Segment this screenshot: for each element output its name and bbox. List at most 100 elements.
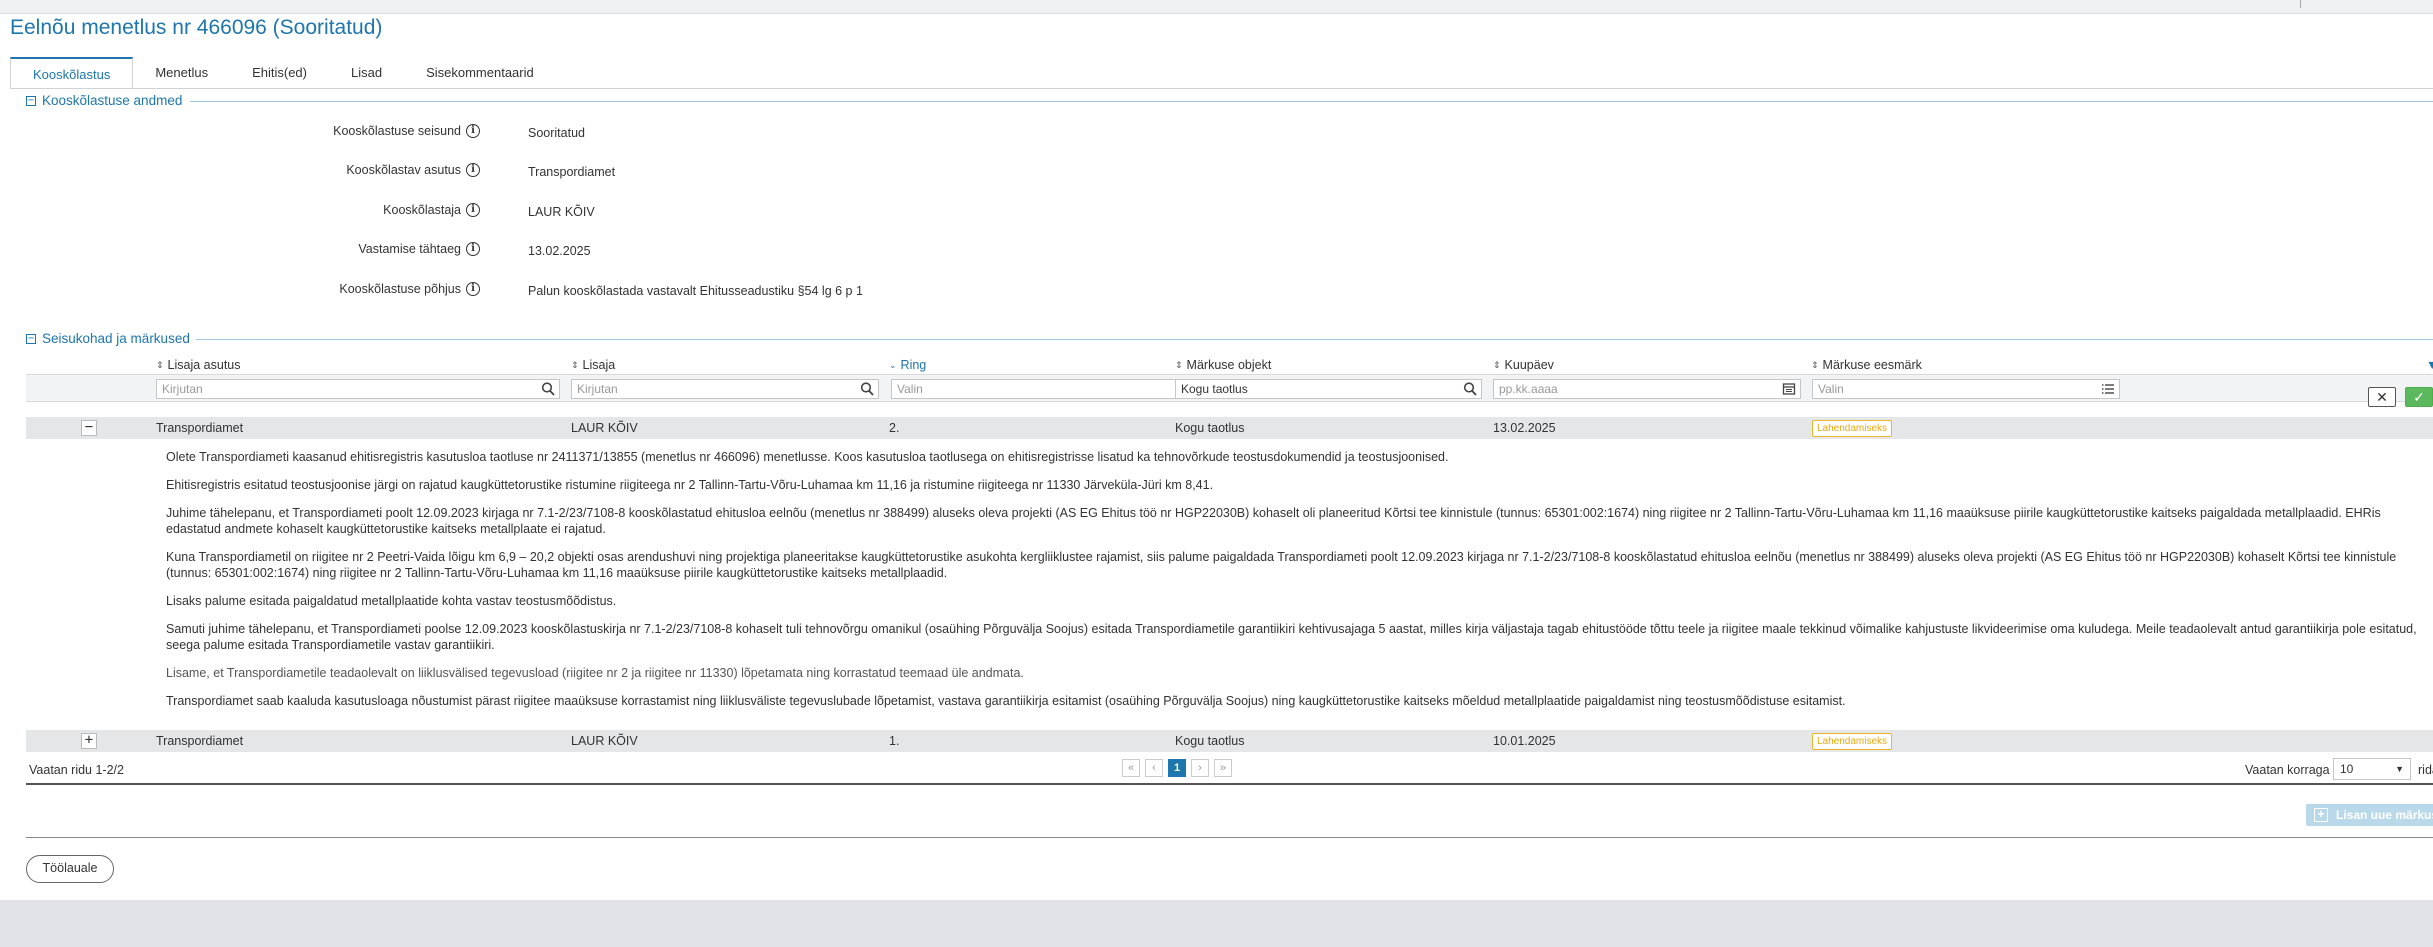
- remark-paragraph: Ehitisregistris esitatud teostusjoonise …: [166, 478, 1214, 492]
- purpose-badge: Lahendamiseks: [1812, 420, 1893, 437]
- back-to-dashboard-button[interactable]: Töölauale: [26, 855, 114, 883]
- field-asutus: Kooskõlastav asutus i Transpordiamet: [0, 163, 1200, 183]
- pagination: « ‹ 1 › »: [1122, 759, 1232, 777]
- clear-filters-button[interactable]: ✕: [2368, 387, 2396, 407]
- remark-paragraph: Lisaks palume esitada paigaldatud metall…: [166, 594, 617, 608]
- cell-object: Kogu taotlus: [1175, 421, 1245, 435]
- section-remarks-title: Seisukohad ja märkused: [42, 331, 190, 346]
- collapse-icon[interactable]: −: [26, 95, 36, 106]
- section-remarks-rule: [196, 339, 2433, 340]
- table-row[interactable]: − Transpordiamet LAUR KÕIV 2. Kogu taotl…: [26, 417, 2433, 439]
- filter-markuse-eesmark[interactable]: Valin: [1812, 379, 2120, 399]
- field-seisund: Kooskõlastuse seisund i Sooritatud: [0, 124, 1200, 144]
- first-page-button[interactable]: «: [1122, 759, 1140, 777]
- field-label: Kooskõlastuse seisund i: [333, 124, 480, 138]
- field-tahtaeg: Vastamise tähtaeg i 13.02.2025: [0, 242, 1200, 262]
- sort-icon: ⇕: [1493, 359, 1501, 370]
- remark-paragraph: Olete Transpordiameti kaasanud ehitisreg…: [166, 450, 1449, 464]
- tab-ehitised[interactable]: Ehitis(ed): [230, 57, 329, 89]
- top-bar: [0, 0, 2433, 14]
- column-header-ring[interactable]: ⌄ Ring: [889, 358, 926, 372]
- cell-date: 10.01.2025: [1493, 734, 1556, 748]
- cell-author: LAUR KÕIV: [571, 734, 638, 748]
- field-value: Transpordiamet: [528, 165, 616, 179]
- filter-row: Kirjutan Kirjutan Valin Kogu taotlus pp.…: [26, 374, 2433, 402]
- column-header-lisaja[interactable]: ⇕ Lisaja: [571, 358, 615, 372]
- column-header-markuse-objekt[interactable]: ⇕ Märkuse objekt: [1175, 358, 1271, 372]
- tab-sisekommentaarid[interactable]: Sisekommentaarid: [404, 57, 556, 89]
- field-label: Kooskõlastuse põhjus i: [339, 282, 480, 296]
- sort-desc-icon: ⌄: [889, 359, 897, 370]
- tab-lisad[interactable]: Lisad: [329, 57, 404, 89]
- tab-underline: [10, 88, 2433, 89]
- per-page-select[interactable]: 10 ▼: [2333, 758, 2411, 780]
- add-remark-button[interactable]: +Lisan uue märkuse: [2306, 804, 2433, 826]
- section-details-title: Kooskõlastuse andmed: [42, 93, 183, 108]
- info-icon[interactable]: i: [466, 124, 480, 138]
- calendar-icon: [1782, 383, 1796, 395]
- field-label: Kooskõlastaja i: [383, 203, 480, 217]
- page-button-current[interactable]: 1: [1168, 759, 1186, 777]
- info-icon[interactable]: i: [466, 282, 480, 296]
- rows-info: Vaatan ridu 1-2/2: [29, 763, 124, 777]
- last-page-button[interactable]: »: [1214, 759, 1232, 777]
- cell-agency: Transpordiamet: [156, 734, 244, 748]
- per-page-label: Vaatan korraga: [2245, 763, 2330, 777]
- remark-paragraph: Juhime tähelepanu, et Transpordiameti po…: [166, 506, 2381, 536]
- field-value: Sooritatud: [528, 126, 585, 140]
- tab-menetlus[interactable]: Menetlus: [133, 57, 230, 89]
- list-icon: [2102, 384, 2114, 394]
- sort-icon: ⇕: [156, 359, 164, 370]
- table-row[interactable]: + Transpordiamet LAUR KÕIV 1. Kogu taotl…: [26, 730, 2433, 752]
- page-title: Eelnõu menetlus nr 466096 (Sooritatud): [10, 16, 383, 39]
- filter-funnel-icon[interactable]: ▼: [2426, 358, 2433, 372]
- apply-filters-button[interactable]: ✓: [2405, 387, 2433, 407]
- filter-lisaja-asutus[interactable]: Kirjutan: [156, 379, 560, 399]
- sort-icon: ⇕: [1811, 359, 1819, 370]
- filter-lisaja[interactable]: Kirjutan: [571, 379, 879, 399]
- cell-author: LAUR KÕIV: [571, 421, 638, 435]
- section-details-rule: [190, 101, 2433, 102]
- remark-paragraph: Samuti juhime tähelepanu, et Transpordia…: [166, 622, 2417, 652]
- purpose-badge: Lahendamiseks: [1812, 733, 1893, 750]
- column-header-markuse-eesmark[interactable]: ⇕ Märkuse eesmärk: [1811, 358, 1922, 372]
- section-details-legend[interactable]: − Kooskõlastuse andmed: [26, 93, 190, 108]
- info-icon[interactable]: i: [466, 163, 480, 177]
- cell-agency: Transpordiamet: [156, 421, 244, 435]
- section-remarks-legend[interactable]: − Seisukohad ja märkused: [26, 331, 198, 346]
- column-header-kuupaev[interactable]: ⇕ Kuupäev: [1493, 358, 1554, 372]
- remark-paragraph: Lisame, et Transpordiametile teadaoleval…: [166, 666, 1024, 680]
- cell-round: 1.: [889, 734, 900, 748]
- column-header-lisaja-asutus[interactable]: ⇕ Lisaja asutus: [156, 358, 241, 372]
- search-icon: [1463, 382, 1477, 396]
- collapse-icon[interactable]: −: [26, 333, 36, 344]
- tab-bar: Kooskõlastus Menetlus Ehitis(ed) Lisad S…: [10, 57, 556, 89]
- tab-kooskolastus[interactable]: Kooskõlastus: [10, 57, 134, 89]
- expand-row-icon[interactable]: +: [81, 733, 97, 749]
- cell-object: Kogu taotlus: [1175, 734, 1245, 748]
- field-kooskolastaja: Kooskõlastaja i LAUR KÕIV: [0, 203, 1200, 223]
- filter-ring[interactable]: Valin: [891, 379, 1193, 399]
- prev-page-button[interactable]: ‹: [1145, 759, 1163, 777]
- info-icon[interactable]: i: [466, 242, 480, 256]
- sort-icon: ⇕: [571, 359, 579, 370]
- plus-icon: +: [2314, 808, 2328, 822]
- filter-markuse-objekt[interactable]: Kogu taotlus: [1175, 379, 1482, 399]
- remark-paragraph: Transpordiamet saab kaaluda kasutusloaga…: [166, 694, 1846, 708]
- remark-paragraph: Kuna Transpordiametil on riigitee nr 2 P…: [166, 550, 2397, 580]
- row-detail: Olete Transpordiameti kaasanud ehitisreg…: [26, 441, 2433, 730]
- next-page-button[interactable]: ›: [1191, 759, 1209, 777]
- search-icon: [860, 382, 874, 396]
- field-label: Vastamise tähtaeg i: [358, 242, 480, 256]
- bottom-divider: [26, 837, 2433, 838]
- filter-kuupaev[interactable]: pp.kk.aaaa: [1493, 379, 1801, 399]
- collapse-row-icon[interactable]: −: [81, 420, 97, 436]
- field-value: Palun kooskõlastada vastavalt Ehitussead…: [528, 284, 863, 298]
- field-label: Kooskõlastav asutus i: [346, 163, 480, 177]
- field-value: 13.02.2025: [528, 244, 591, 258]
- cell-round: 2.: [889, 421, 900, 435]
- field-value: LAUR KÕIV: [528, 205, 595, 219]
- info-icon[interactable]: i: [466, 203, 480, 217]
- search-icon: [541, 382, 555, 396]
- chevron-down-icon: ▼: [2395, 764, 2404, 774]
